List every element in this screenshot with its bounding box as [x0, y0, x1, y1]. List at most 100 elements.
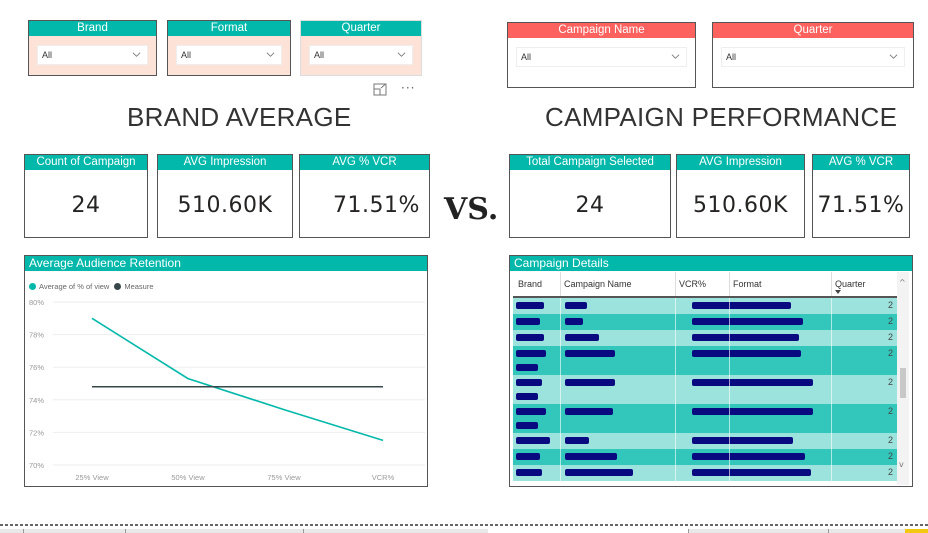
- x-tick-label: 75% View: [267, 473, 301, 482]
- slicer-title: Quarter: [301, 21, 421, 36]
- column-divider: [560, 298, 561, 314]
- redacted-brand-cell: [516, 469, 542, 476]
- quarter-dropdown[interactable]: All: [309, 45, 413, 65]
- slicer-campaign-name: Campaign Name All: [507, 22, 696, 88]
- redacted-campaign-name-cell: [565, 350, 615, 357]
- quarter-cell: 2: [887, 406, 893, 416]
- table-row[interactable]: 2: [513, 330, 897, 346]
- format-dropdown[interactable]: All: [176, 45, 282, 65]
- page-tab[interactable]: [828, 529, 903, 533]
- focus-mode-icon[interactable]: [373, 83, 387, 96]
- table-row[interactable]: 2: [513, 404, 897, 433]
- campaign-name-dropdown[interactable]: All: [516, 47, 687, 67]
- table-row[interactable]: 2: [513, 375, 897, 404]
- table-scrollbar[interactable]: ^ v: [897, 272, 909, 485]
- redacted-format-cell: [733, 334, 799, 341]
- brand-average-title: BRAND AVERAGE: [127, 102, 352, 132]
- scroll-down-icon[interactable]: v: [899, 460, 904, 469]
- column-header-quarter[interactable]: Quarter: [835, 279, 866, 289]
- redacted-format-cell: [733, 469, 811, 476]
- column-divider: [560, 449, 561, 465]
- redacted-format-cell: [733, 350, 801, 357]
- quarter-cell: 2: [887, 316, 893, 326]
- redacted-brand-cell: [516, 364, 538, 371]
- redacted-campaign-name-cell: [565, 437, 589, 444]
- scroll-up-icon[interactable]: ^: [899, 278, 906, 287]
- redacted-brand-cell: [516, 318, 540, 325]
- quarter-cell: 2: [887, 435, 893, 445]
- card-title: Total Campaign Selected: [510, 155, 670, 170]
- table-row[interactable]: 2: [513, 314, 897, 330]
- x-tick-label: 50% View: [171, 473, 205, 482]
- card-value: 24: [71, 193, 101, 218]
- redacted-brand-cell: [516, 437, 550, 444]
- page-tab[interactable]: [23, 529, 70, 533]
- slicer-title: Campaign Name: [508, 23, 695, 38]
- add-page-button[interactable]: [905, 529, 928, 533]
- page-tab[interactable]: [688, 529, 828, 533]
- column-divider: [831, 330, 832, 346]
- slicer-brand: Brand All: [28, 20, 157, 76]
- redacted-format-cell: [733, 437, 793, 444]
- quarter-cell: 2: [887, 332, 893, 342]
- page-tab-active[interactable]: [488, 529, 688, 533]
- quarter-cell: 2: [887, 451, 893, 461]
- card-title: AVG % VCR: [813, 155, 909, 170]
- slicer-quarter-right: Quarter All: [712, 22, 914, 88]
- column-divider: [729, 465, 730, 481]
- page-tab[interactable]: [303, 529, 403, 533]
- redacted-brand-cell: [516, 350, 546, 357]
- chevron-down-icon: [132, 52, 141, 57]
- slicer-title: Quarter: [713, 23, 913, 38]
- redacted-brand-cell: [516, 408, 546, 415]
- column-divider: [729, 404, 730, 433]
- column-divider: [831, 314, 832, 330]
- redacted-campaign-name-cell: [565, 453, 617, 460]
- column-divider: [729, 314, 730, 330]
- vs-label: VS.: [444, 192, 499, 227]
- redacted-format-cell: [733, 453, 805, 460]
- table-row[interactable]: 2: [513, 449, 897, 465]
- table-body-container: Brand Campaign Name VCR% Format Quarter …: [513, 272, 897, 485]
- scrollbar-thumb[interactable]: [900, 368, 906, 398]
- column-header-vcr[interactable]: VCR%: [679, 279, 706, 289]
- y-tick-label: 76%: [29, 363, 44, 372]
- card-avg-impression-right: AVG Impression 510.60K: [676, 154, 805, 238]
- redacted-brand-cell: [516, 379, 542, 386]
- slicer-quarter: Quarter All: [300, 20, 422, 76]
- column-divider: [560, 404, 561, 433]
- chevron-down-icon: [266, 52, 275, 57]
- column-divider: [675, 330, 676, 346]
- column-divider: [729, 433, 730, 449]
- quarter-cell: 2: [887, 467, 893, 477]
- column-divider: [560, 433, 561, 449]
- audience-retention-chart: Average Audience Retention Average of % …: [24, 255, 428, 487]
- brand-dropdown[interactable]: All: [37, 45, 148, 65]
- slicer-title: Brand: [29, 21, 156, 36]
- table-row[interactable]: 2: [513, 346, 897, 375]
- x-tick-label: VCR%: [372, 473, 395, 482]
- table-rows: 2 2 2 2 2 2 2 2 2: [513, 298, 897, 481]
- card-value: 24: [575, 193, 605, 218]
- redacted-campaign-name-cell: [565, 379, 615, 386]
- dropdown-value: All: [521, 52, 532, 62]
- column-divider: [729, 346, 730, 375]
- redacted-brand-cell: [516, 393, 538, 400]
- column-header-campaign-name[interactable]: Campaign Name: [564, 279, 632, 289]
- column-divider: [560, 330, 561, 346]
- slicer-format: Format All: [167, 20, 291, 76]
- column-header-brand[interactable]: Brand: [518, 279, 542, 289]
- y-tick-label: 78%: [29, 331, 44, 340]
- table-row[interactable]: 2: [513, 298, 897, 314]
- chevron-down-icon: [889, 54, 898, 59]
- quarter-dropdown-right[interactable]: All: [721, 47, 905, 67]
- table-row[interactable]: 2: [513, 465, 897, 481]
- page-boundary-divider: [0, 524, 928, 526]
- column-header-format[interactable]: Format: [733, 279, 762, 289]
- card-avg-vcr-right: AVG % VCR 71.51%: [812, 154, 910, 238]
- table-row[interactable]: 2: [513, 433, 897, 449]
- page-tab[interactable]: [125, 529, 171, 533]
- chevron-down-icon: [671, 54, 680, 59]
- column-divider: [729, 330, 730, 346]
- more-options-icon[interactable]: ···: [401, 81, 415, 95]
